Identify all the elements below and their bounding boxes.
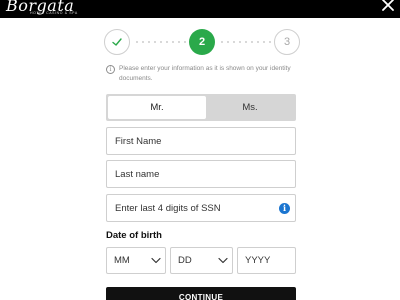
birth-day-value: DD [178,255,192,266]
info-icon[interactable]: i [279,203,290,214]
birth-year-field[interactable]: YYYY [237,247,296,274]
info-note: i Please enter your information as it is… [106,64,296,83]
birth-month-select[interactable]: MM [106,247,166,274]
checkmark-icon [112,38,122,46]
last-name-field[interactable]: Last name [106,160,296,188]
brand-logo-subtext: HOTEL CASINO & SPA [30,11,78,15]
ssn-field[interactable]: Enter last 4 digits of SSN i [106,194,296,222]
step-connector [134,41,186,43]
step-connector [219,41,271,43]
gender-toggle: Mr. Ms. [106,94,296,121]
dob-label: Date of birth [106,230,162,241]
birth-month-value: MM [114,255,130,266]
close-icon[interactable] [380,0,396,13]
step-3-upcoming: 3 [274,29,300,55]
gender-option-mr[interactable]: Mr. [108,96,206,119]
continue-button[interactable]: CONTINUE [106,287,296,300]
first-name-field[interactable]: First Name [106,127,296,155]
chevron-down-icon [151,257,161,264]
gender-option-ms[interactable]: Ms. [206,96,294,119]
info-note-text: Please enter your information as it is s… [119,65,291,82]
ssn-placeholder: Enter last 4 digits of SSN [115,202,221,214]
step-1-completed [104,29,130,55]
header-bar: Borgata HOTEL CASINO & SPA [0,0,400,18]
info-icon: i [106,65,115,74]
chevron-down-icon [218,257,228,264]
birth-day-select[interactable]: DD [170,247,233,274]
step-2-active: 2 [189,29,215,55]
progress-stepper: 2 3 [104,29,300,55]
